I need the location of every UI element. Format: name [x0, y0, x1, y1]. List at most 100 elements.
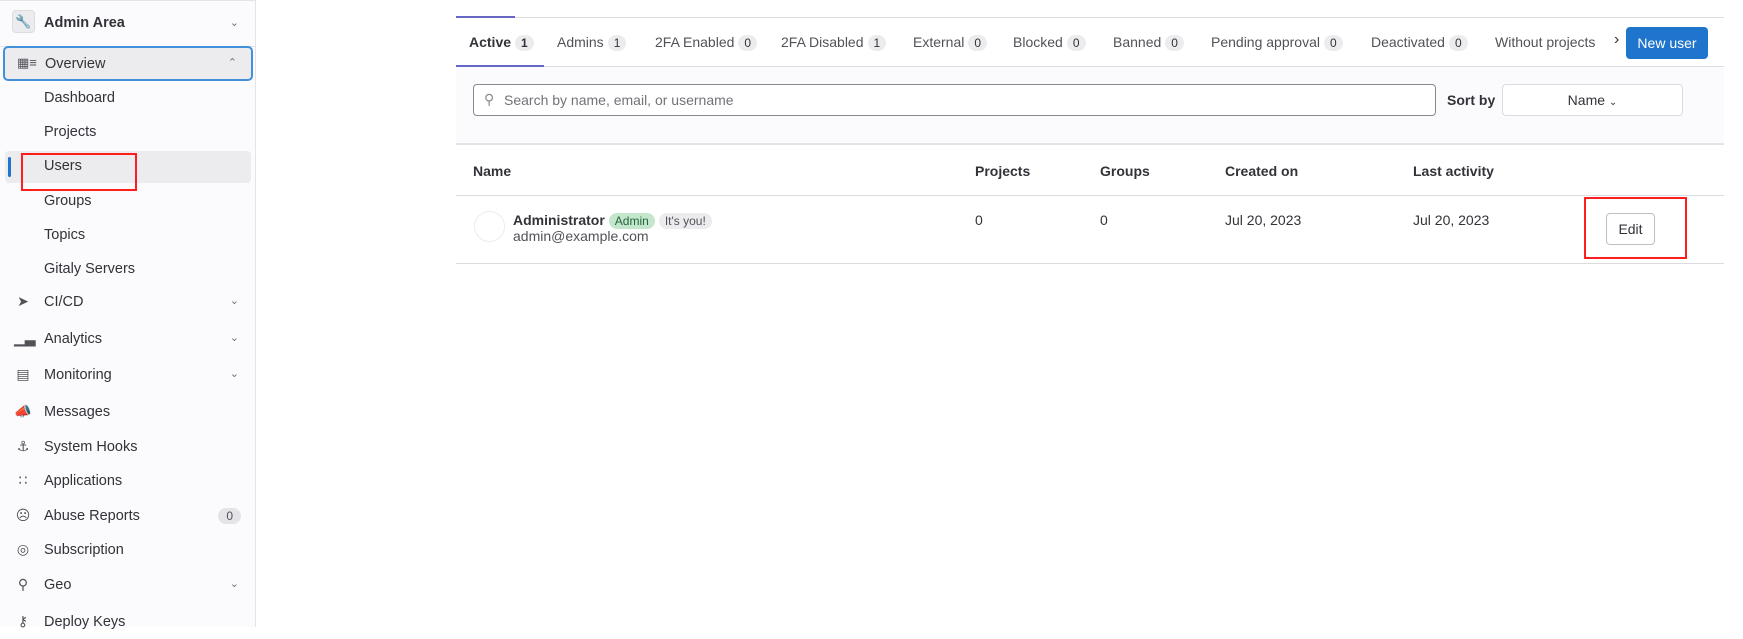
count-badge: 0 — [218, 508, 241, 524]
tab-count: 1 — [515, 35, 534, 51]
search-box[interactable]: ⚲ — [473, 84, 1436, 116]
sort-label: Sort by — [1447, 92, 1496, 108]
wrench-icon: 🔧 — [12, 10, 35, 33]
sidebar-item-label: Messages — [44, 404, 111, 420]
groups-count: 0 — [1100, 212, 1108, 228]
sidebar-item-projects[interactable]: Projects — [0, 117, 255, 149]
tab-label: Active — [469, 34, 512, 50]
sidebar-item-geo[interactable]: ⚲ Geo ⌄ — [0, 570, 255, 602]
tab-external[interactable]: External 0 — [913, 34, 988, 51]
divider — [456, 263, 1724, 264]
sort-value: Name — [1567, 92, 1606, 108]
new-user-button[interactable]: New user — [1626, 27, 1708, 59]
sidebar-item-label: Subscription — [44, 542, 124, 558]
top-indicator — [456, 16, 515, 18]
sidebar-item-label: Applications — [44, 473, 123, 489]
tab-count: 1 — [867, 35, 887, 51]
sidebar-item-topics[interactable]: Topics — [0, 220, 255, 252]
tab-label: Banned — [1113, 34, 1162, 50]
tab-label: Deactivated — [1371, 34, 1445, 50]
sidebar-item-monitoring[interactable]: ▤ Monitoring ⌄ — [0, 360, 255, 392]
key-icon: ⚷ — [17, 613, 29, 629]
user-name-cell: Administrator Admin It's you! — [513, 212, 712, 229]
admin-area-title: Admin Area — [44, 15, 125, 31]
last-activity: Jul 20, 2023 — [1413, 212, 1490, 228]
tab-label: External — [913, 34, 965, 50]
chevron-down-icon: ⌄ — [229, 368, 239, 380]
sad-face-icon: ☹ — [15, 507, 31, 523]
tab-pending-approval[interactable]: Pending approval 0 — [1211, 34, 1343, 51]
overview-icon: ▦≡ — [17, 55, 37, 70]
bullhorn-icon: 📣 — [14, 403, 32, 419]
column-header-last-activity: Last activity — [1413, 163, 1494, 179]
chart-icon: ▁▃ — [14, 330, 36, 346]
chevron-down-icon: ⌄ — [1608, 97, 1618, 108]
sidebar-item-cicd[interactable]: ➤ CI/CD ⌄ — [0, 287, 255, 319]
tabs-top-border — [456, 16, 1724, 18]
sidebar-item-label: Topics — [44, 227, 86, 243]
search-input[interactable] — [504, 89, 1424, 111]
tab-label: Admins — [557, 34, 604, 50]
sidebar-item-label: Monitoring — [44, 367, 112, 383]
tab-without-projects[interactable]: Without projects — [1495, 34, 1610, 50]
column-header-projects: Projects — [975, 163, 1031, 179]
sidebar-item-system-hooks[interactable]: ⚓ System Hooks — [0, 432, 255, 464]
monitor-icon: ▤ — [16, 366, 30, 382]
chevron-down-icon: ⌄ — [229, 295, 239, 307]
rocket-icon: ➤ — [17, 293, 29, 309]
applications-icon: ∷ — [18, 472, 28, 488]
sidebar-item-label: Abuse Reports — [44, 508, 140, 524]
admin-badge: Admin — [608, 213, 655, 229]
column-header-name: Name — [473, 163, 512, 179]
annotation-box-users — [21, 153, 137, 191]
location-icon: ⚲ — [17, 576, 29, 592]
tab-label: Pending approval — [1211, 34, 1320, 50]
projects-count: 0 — [975, 212, 983, 228]
sidebar-item-overview[interactable]: ▦≡ Overview ⌃ — [3, 46, 253, 81]
license-icon: ◎ — [16, 541, 30, 557]
tab-blocked[interactable]: Blocked 0 — [1013, 34, 1086, 51]
tab-deactivated[interactable]: Deactivated 0 — [1371, 34, 1468, 51]
search-icon: ⚲ — [484, 91, 495, 107]
chevron-down-icon: ⌄ — [229, 17, 239, 29]
created-on: Jul 20, 2023 — [1225, 212, 1302, 228]
sidebar-item-label: Overview — [45, 56, 106, 72]
sidebar-item-label: Analytics — [44, 331, 103, 347]
its-you-badge: It's you! — [658, 213, 712, 229]
sidebar-item-label: CI/CD — [44, 294, 84, 310]
tab-active[interactable]: Active 1 — [469, 34, 534, 51]
tab-2fa-enabled[interactable]: 2FA Enabled 0 — [655, 34, 758, 51]
tab-count: 0 — [1165, 35, 1184, 51]
chevron-down-icon: ⌄ — [229, 578, 239, 590]
admin-area-header[interactable]: 🔧 Admin Area ⌄ — [0, 0, 255, 47]
sort-dropdown[interactable]: Name ⌄ — [1502, 84, 1683, 116]
sidebar-item-applications[interactable]: ∷ Applications — [0, 466, 255, 498]
tab-admins[interactable]: Admins 1 — [557, 34, 627, 51]
scroll-right-icon[interactable]: › — [1614, 31, 1619, 49]
tab-label: Without projects — [1495, 34, 1596, 50]
tab-label: 2FA Enabled — [655, 34, 735, 50]
sidebar-item-gitaly-servers[interactable]: Gitaly Servers — [0, 254, 255, 286]
sidebar-item-label: Projects — [44, 124, 97, 140]
sidebar-item-label: Groups — [44, 193, 92, 209]
sidebar-item-analytics[interactable]: ▁▃ Analytics ⌄ — [0, 324, 255, 356]
tab-count: 0 — [1066, 35, 1086, 51]
user-name[interactable]: Administrator — [513, 212, 605, 228]
user-email: admin@example.com — [513, 228, 649, 244]
sidebar-item-dashboard[interactable]: Dashboard — [0, 83, 255, 115]
sidebar-item-subscription[interactable]: ◎ Subscription — [0, 535, 255, 567]
column-header-created-on: Created on — [1225, 163, 1299, 179]
avatar[interactable] — [474, 211, 505, 242]
tab-2fa-disabled[interactable]: 2FA Disabled 1 — [781, 34, 887, 51]
sidebar-item-messages[interactable]: 📣 Messages — [0, 397, 255, 429]
chevron-up-icon: ⌃ — [227, 57, 237, 69]
tab-count: 0 — [1448, 35, 1468, 51]
anchor-icon: ⚓ — [16, 438, 30, 454]
tab-count: 0 — [1323, 35, 1343, 51]
tab-banned[interactable]: Banned 0 — [1113, 34, 1184, 51]
sidebar-item-label: System Hooks — [44, 439, 138, 455]
tab-label: Blocked — [1013, 34, 1063, 50]
column-header-groups: Groups — [1100, 163, 1150, 179]
sidebar-item-deploy-keys[interactable]: ⚷ Deploy Keys — [0, 607, 255, 639]
sidebar-item-abuse-reports[interactable]: ☹ Abuse Reports 0 — [0, 501, 255, 533]
